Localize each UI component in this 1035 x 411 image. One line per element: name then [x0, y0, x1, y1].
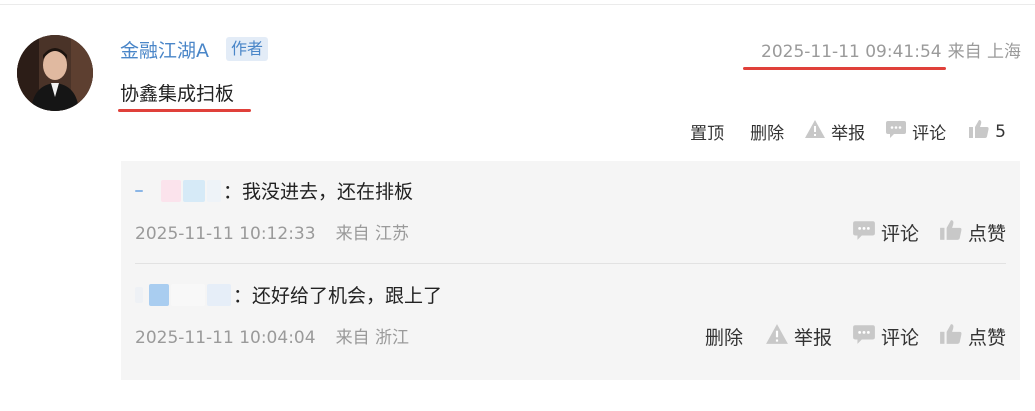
reply-comment-button[interactable]: 评论: [852, 323, 919, 350]
masked-username[interactable]: [135, 283, 233, 306]
like-count: 5: [995, 121, 1006, 142]
reply-report-button[interactable]: 举报: [765, 323, 832, 350]
report-button[interactable]: 举报: [804, 119, 865, 144]
reply-comment-label: 评论: [880, 223, 919, 245]
reply-comment-button[interactable]: 评论: [852, 219, 919, 246]
warning-icon: [765, 323, 789, 350]
thumbs-up-icon: [968, 119, 990, 144]
reply-item: ：还好给了机会，跟上了 2025-11-11 10:04:04 来自 浙江 删除 …: [135, 281, 1006, 349]
timestamp-underline: [743, 67, 946, 70]
delete-button[interactable]: 删除: [750, 119, 784, 144]
reply-delete-label: 删除: [704, 327, 743, 349]
reply-timestamp: 2025-11-11 10:12:33: [135, 224, 316, 244]
reply-meta: 2025-11-11 10:04:04 来自 浙江: [135, 323, 409, 348]
reply-panel: ：我没进去，还在排板 2025-11-11 10:12:33 来自 江苏 评论 点…: [121, 161, 1020, 380]
pin-label: 置顶: [690, 124, 725, 144]
post-location: 来自 上海: [947, 42, 1021, 62]
comment-label: 评论: [912, 124, 947, 144]
reply-comment-label: 评论: [880, 327, 919, 349]
reply-like-label: 点赞: [967, 327, 1006, 349]
comment-button[interactable]: 评论: [885, 119, 946, 144]
like-button[interactable]: 5: [968, 119, 1006, 144]
content-underline: [118, 109, 251, 112]
pin-button[interactable]: 置顶: [690, 119, 724, 144]
reply-location: 来自 江苏: [335, 224, 409, 244]
reply-delete-button[interactable]: 删除: [705, 323, 743, 350]
masked-username[interactable]: [135, 179, 223, 202]
post-timestamp: 2025-11-11 09:41:54: [761, 42, 942, 62]
reply-report-label: 举报: [793, 327, 832, 349]
top-divider: [0, 4, 1035, 5]
author-name[interactable]: 金融江湖A: [120, 36, 209, 63]
thumbs-up-icon: [939, 219, 963, 246]
reply-item: ：我没进去，还在排板 2025-11-11 10:12:33 来自 江苏 评论 点…: [135, 177, 1006, 245]
reply-like-button[interactable]: 点赞: [939, 323, 1006, 350]
author-avatar[interactable]: [17, 35, 93, 111]
reply-like-button[interactable]: 点赞: [939, 219, 1006, 246]
reply-text: ：还好给了机会，跟上了: [233, 285, 443, 307]
reply-divider: [135, 263, 1006, 264]
reply-like-label: 点赞: [967, 223, 1006, 245]
delete-label: 删除: [750, 124, 785, 144]
reply-actions: 评论 点赞: [852, 219, 1006, 246]
reply-actions: 删除 举报 评论 点赞: [705, 323, 1006, 350]
reply-meta: 2025-11-11 10:12:33 来自 江苏: [135, 219, 409, 244]
reply-location: 来自 浙江: [335, 328, 409, 348]
warning-icon: [804, 119, 826, 144]
report-label: 举报: [831, 124, 866, 144]
reply-timestamp: 2025-11-11 10:04:04: [135, 328, 316, 348]
reply-text: ：我没进去，还在排板: [223, 181, 414, 203]
author-badge: 作者: [226, 37, 269, 61]
post-actions: 置顶 删除 举报 评论 5: [690, 119, 1006, 144]
reply-text-line: ：我没进去，还在排板: [135, 177, 1006, 204]
reply-text-line: ：还好给了机会，跟上了: [135, 281, 1006, 308]
comment-icon: [885, 119, 907, 144]
post-content: 协鑫集成扫板: [120, 83, 235, 105]
comment-icon: [852, 219, 876, 246]
thumbs-up-icon: [939, 323, 963, 350]
post-meta: 2025-11-11 09:41:54 来自 上海: [761, 37, 1021, 62]
comment-icon: [852, 323, 876, 350]
